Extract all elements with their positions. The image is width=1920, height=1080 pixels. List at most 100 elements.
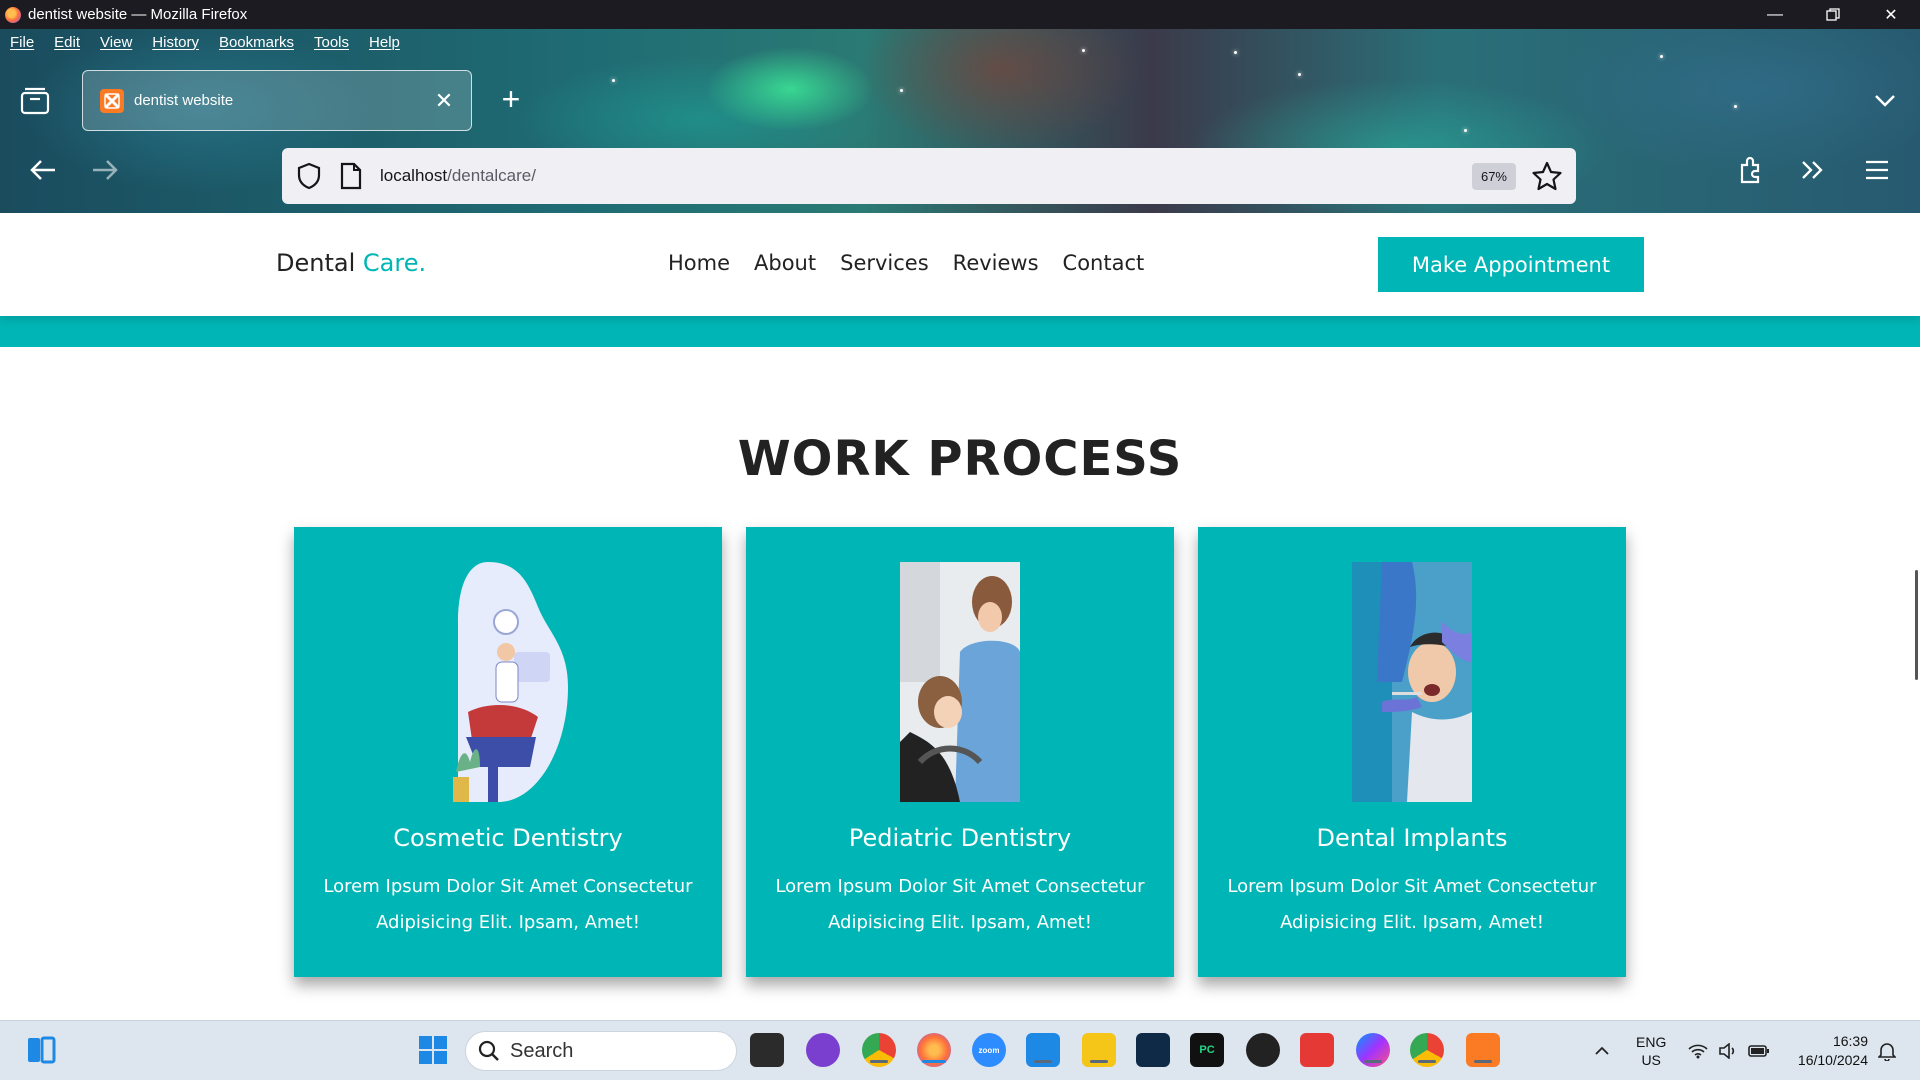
tab-title: dentist website — [134, 92, 234, 109]
messenger-icon[interactable] — [1356, 1033, 1390, 1067]
site-logo[interactable]: Dental Care. — [276, 249, 426, 277]
lang-code: ENG — [1636, 1034, 1667, 1050]
task-view-icon[interactable] — [750, 1033, 784, 1067]
xampp-icon[interactable] — [1466, 1033, 1500, 1067]
clock[interactable]: 16:39 16/10/2024 — [1788, 1021, 1868, 1080]
menu-edit[interactable]: Edit — [54, 34, 80, 51]
firefox-logo-icon — [5, 6, 21, 23]
wifi-icon — [1688, 1044, 1708, 1059]
menu-bar: File Edit View History Bookmarks Tools H… — [0, 29, 410, 55]
widgets-icon[interactable] — [24, 1033, 58, 1067]
url-host: localhost — [380, 166, 448, 185]
teal-banner-strip — [0, 316, 1920, 347]
extensions-icon[interactable] — [1734, 153, 1768, 187]
theme-star — [1464, 129, 1467, 132]
minimize-icon[interactable]: — — [1746, 0, 1804, 29]
obs-icon[interactable] — [1246, 1033, 1280, 1067]
browser-tab[interactable]: dentist website ✕ — [82, 70, 472, 131]
battery-icon — [1748, 1045, 1769, 1057]
theme-star — [1234, 51, 1237, 54]
theme-star — [1734, 105, 1737, 108]
list-all-tabs-icon[interactable] — [1870, 91, 1900, 111]
card-description: Lorem Ipsum Dolor Sit Amet Consectetur A… — [775, 876, 1145, 933]
menu-bookmarks[interactable]: Bookmarks — [219, 34, 294, 51]
teamviewer-icon[interactable] — [1136, 1033, 1170, 1067]
browser-chrome: File Edit View History Bookmarks Tools H… — [0, 29, 1920, 213]
theme-star — [1298, 73, 1301, 76]
bookmark-star-icon[interactable] — [1530, 159, 1564, 193]
vscode-icon[interactable] — [1026, 1033, 1060, 1067]
service-card: Dental Implants Lorem Ipsum Dolor Sit Am… — [1198, 527, 1626, 977]
url-bar[interactable]: localhost/dentalcare/ 67% — [282, 148, 1576, 204]
clock-date: 16/10/2024 — [1797, 1052, 1868, 1068]
nav-home[interactable]: Home — [668, 251, 730, 275]
firefox-icon[interactable] — [917, 1033, 951, 1067]
card-title: Pediatric Dentistry — [848, 824, 1072, 852]
tracking-protection-icon[interactable] — [294, 161, 324, 191]
masked-app-icon[interactable] — [806, 1033, 840, 1067]
search-placeholder: Search — [510, 1039, 574, 1062]
menu-file[interactable]: File — [10, 34, 34, 51]
clock-time: 16:39 — [1832, 1033, 1868, 1049]
menu-tools[interactable]: Tools — [314, 34, 349, 51]
back-icon[interactable] — [26, 153, 60, 187]
site-header: Dental Care. Home About Services Reviews… — [0, 213, 1920, 316]
notification-bell-icon[interactable] — [1878, 1021, 1896, 1080]
close-window-icon[interactable]: ✕ — [1862, 0, 1920, 29]
window-controls: — ✕ — [1746, 0, 1920, 29]
file-explorer-icon[interactable] — [1082, 1033, 1116, 1067]
overflow-chevron-icon[interactable] — [1796, 153, 1830, 187]
theme-star — [612, 79, 615, 82]
theme-star — [1660, 55, 1663, 58]
region-code: US — [1641, 1052, 1661, 1068]
anydesk-icon[interactable] — [1300, 1033, 1334, 1067]
firefox-view-icon[interactable] — [20, 87, 50, 115]
zoom-icon[interactable]: zoom — [972, 1033, 1006, 1067]
service-card: Cosmetic Dentistry Lorem Ipsum Dolor Sit… — [294, 527, 722, 977]
url-text[interactable]: localhost/dentalcare/ — [380, 166, 1472, 186]
nav-services[interactable]: Services — [840, 251, 929, 275]
search-icon — [478, 1040, 499, 1061]
pycharm-icon[interactable]: PC — [1190, 1033, 1224, 1067]
logo-main: Dental — [276, 249, 356, 277]
start-menu-icon[interactable] — [416, 1033, 450, 1067]
nav-about[interactable]: About — [754, 251, 816, 275]
service-card: Pediatric Dentistry Lorem Ipsum Dolor Si… — [746, 527, 1174, 977]
theme-star — [900, 89, 903, 92]
taskbar-search-box[interactable]: Search — [465, 1031, 737, 1071]
dentist-illustration-image — [448, 562, 568, 802]
nav-contact[interactable]: Contact — [1063, 251, 1145, 275]
make-appointment-button[interactable]: Make Appointment — [1378, 237, 1644, 292]
forward-icon[interactable] — [88, 153, 122, 187]
chrome-icon[interactable] — [862, 1033, 896, 1067]
page-info-icon[interactable] — [338, 162, 364, 190]
windows-taskbar: Search zoom PC ENG US 16:39 16/10/2024 — [0, 1020, 1920, 1080]
hamburger-menu-icon[interactable] — [1860, 153, 1894, 187]
page-scrollbar-thumb[interactable] — [1915, 570, 1918, 680]
theme-star — [1082, 49, 1085, 52]
menu-help[interactable]: Help — [369, 34, 400, 51]
url-path: /dentalcare/ — [447, 166, 536, 185]
chrome-profile-icon[interactable] — [1410, 1033, 1444, 1067]
system-tray-icons[interactable] — [1688, 1021, 1770, 1080]
new-tab-icon[interactable]: + — [496, 83, 526, 115]
window-titlebar: dentist website — Mozilla Firefox — ✕ — [0, 0, 1920, 29]
zoom-level-badge[interactable]: 67% — [1471, 162, 1516, 190]
menu-history[interactable]: History — [152, 34, 199, 51]
card-title: Dental Implants — [1316, 824, 1508, 852]
site-nav: Home About Services Reviews Contact — [668, 251, 1144, 275]
tray-overflow-icon[interactable] — [1594, 1021, 1610, 1080]
language-indicator[interactable]: ENG US — [1636, 1021, 1666, 1080]
card-description: Lorem Ipsum Dolor Sit Amet Consectetur A… — [1227, 876, 1597, 933]
pediatric-dentistry-photo — [900, 562, 1020, 802]
section-title: WORK PROCESS — [737, 431, 1183, 487]
restore-icon[interactable] — [1804, 0, 1862, 29]
tab-close-icon[interactable]: ✕ — [429, 88, 459, 114]
nav-reviews[interactable]: Reviews — [953, 251, 1039, 275]
logo-accent: Care. — [362, 249, 427, 277]
webpage-viewport: Dental Care. Home About Services Reviews… — [0, 213, 1920, 1020]
card-description: Lorem Ipsum Dolor Sit Amet Consectetur A… — [323, 876, 693, 933]
xampp-favicon-icon — [100, 88, 124, 113]
dental-implants-photo — [1352, 562, 1472, 802]
menu-view[interactable]: View — [100, 34, 132, 51]
